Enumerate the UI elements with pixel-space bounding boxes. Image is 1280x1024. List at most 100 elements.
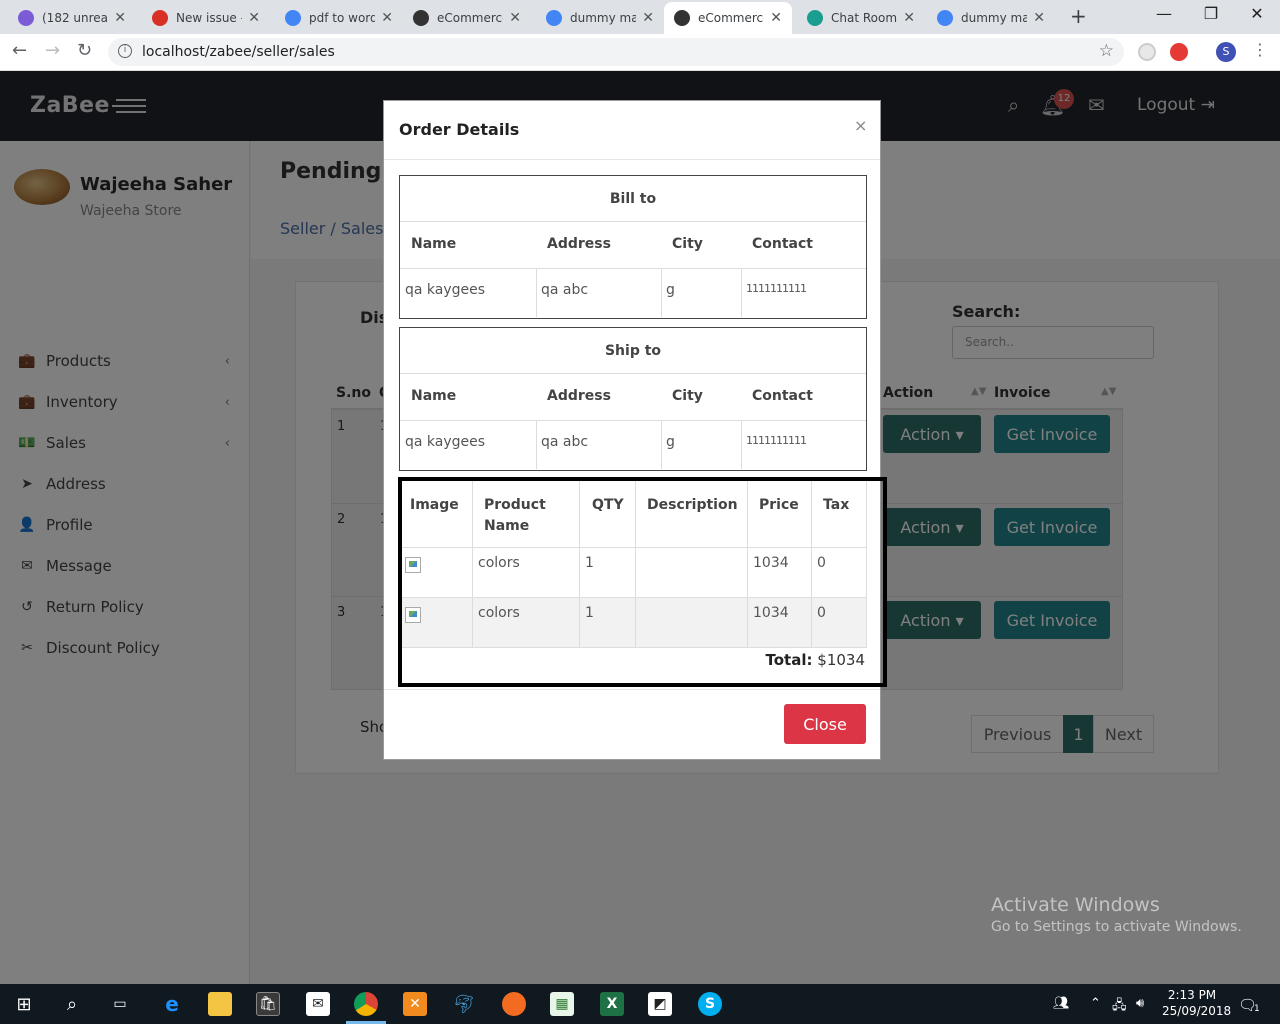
browser-tab[interactable]: pdf to word ✕: [275, 2, 403, 34]
extension-icon[interactable]: [1138, 43, 1156, 61]
url-text[interactable]: localhost/zabee/seller/sales: [142, 44, 335, 60]
products-header-image: Image: [410, 497, 459, 513]
products-header-tax: Tax: [823, 497, 850, 513]
products-header-name: Product Name: [484, 497, 546, 534]
browser-tab[interactable]: Chat Room | ✕: [797, 2, 925, 34]
order-total: Total: $1034: [766, 651, 865, 669]
order-details-modal: Order Details × Bill to Name Address Cit…: [383, 100, 887, 760]
total-value: $1034: [817, 651, 865, 669]
products-table: Image Product Name QTY Description Price…: [402, 481, 867, 651]
total-label: Total:: [765, 651, 813, 669]
postman-icon[interactable]: [502, 992, 526, 1016]
close-tab-icon[interactable]: ✕: [509, 10, 521, 26]
bd-icon: [413, 10, 429, 26]
chat-icon: [807, 10, 823, 26]
browser-tab[interactable]: dummy mas ✕: [927, 2, 1055, 34]
browser-tab[interactable]: eCommerce ✕: [664, 2, 792, 34]
product-name: colors: [478, 555, 520, 571]
sticky-notes-icon[interactable]: ◩: [648, 992, 672, 1016]
ship-to-contact: 1111111111: [746, 434, 807, 447]
close-tab-icon[interactable]: ✕: [381, 10, 393, 26]
profile-avatar[interactable]: S: [1216, 42, 1236, 62]
ship-to-header-contact: Contact: [752, 388, 813, 404]
extension-icon[interactable]: [1170, 43, 1188, 61]
restore-button[interactable]: ❐: [1188, 4, 1234, 23]
ship-to-city: g: [666, 434, 675, 450]
bill-to-header-name: Name: [411, 236, 457, 252]
tab-title: dummy mas: [961, 11, 1028, 25]
close-button[interactable]: Close: [784, 704, 866, 744]
address-bar[interactable]: i localhost/zabee/seller/sales ☆: [108, 38, 1124, 66]
mail-icon[interactable]: ✉: [306, 992, 330, 1016]
product-image: [405, 557, 421, 573]
chevron-up-icon[interactable]: ⌃: [1090, 996, 1101, 1011]
tab-title: New issue -: [176, 11, 243, 25]
info-icon[interactable]: i: [118, 44, 132, 58]
tab-title: eCommerce: [698, 11, 765, 25]
bill-to-contact: 1111111111: [746, 282, 807, 295]
product-tax: 0: [817, 605, 826, 621]
product-name: colors: [478, 605, 520, 621]
file-explorer-icon[interactable]: [208, 992, 232, 1016]
close-tab-icon[interactable]: ✕: [1033, 10, 1045, 26]
forward-arrow-icon[interactable]: →: [45, 40, 60, 61]
ship-to-header-city: City: [672, 388, 703, 404]
windows-start-icon[interactable]: ⊞: [12, 992, 36, 1016]
browser-tab[interactable]: (182 unread) ✕: [8, 2, 136, 34]
mail-icon: [18, 10, 34, 26]
product-price: 1034: [753, 605, 789, 621]
bookmark-star-icon[interactable]: ☆: [1099, 41, 1114, 61]
excel-icon[interactable]: X: [600, 992, 624, 1016]
skype-icon[interactable]: S: [698, 992, 722, 1016]
close-tab-icon[interactable]: ✕: [903, 10, 915, 26]
browser-tab[interactable]: New issue - ✕: [142, 2, 270, 34]
products-header-description: Description: [647, 497, 738, 513]
close-tab-icon[interactable]: ✕: [642, 10, 654, 26]
chrome-icon[interactable]: [354, 992, 378, 1016]
xampp-icon[interactable]: ✕: [403, 992, 427, 1016]
product-image: [405, 607, 421, 623]
browser-tab[interactable]: dummy mas ✕: [536, 2, 664, 34]
product-qty: 1: [585, 605, 594, 621]
ship-to-header-name: Name: [411, 388, 457, 404]
products-table-highlight: Image Product Name QTY Description Price…: [398, 477, 887, 687]
new-tab-button[interactable]: +: [1070, 4, 1087, 28]
close-tab-icon[interactable]: ✕: [114, 10, 126, 26]
modal-title: Order Details: [399, 120, 520, 139]
edge-icon[interactable]: e: [160, 992, 184, 1016]
close-window-button[interactable]: ✕: [1234, 4, 1280, 23]
search-icon[interactable]: ⌕: [60, 992, 84, 1016]
product-tax: 0: [817, 555, 826, 571]
minimize-button[interactable]: —: [1141, 4, 1187, 23]
reload-icon[interactable]: ↻: [77, 40, 92, 61]
product-price: 1034: [753, 555, 789, 571]
bill-to-table: Bill to Name Address City Contact qa kay…: [399, 175, 867, 319]
store-icon[interactable]: 🛍︎: [256, 992, 280, 1016]
system-clock[interactable]: 2:13 PM 25/09/2018: [1162, 987, 1232, 1019]
bill-to-header-address: Address: [547, 236, 611, 252]
volume-icon[interactable]: 🔊︎: [1136, 996, 1144, 1011]
back-arrow-icon[interactable]: ←: [12, 40, 27, 61]
people-icon[interactable]: 👥︎: [1053, 996, 1070, 1011]
close-tab-icon[interactable]: ✕: [770, 10, 782, 26]
menu-kebab-icon[interactable]: ⋮: [1252, 40, 1268, 59]
bill-to-header-contact: Contact: [752, 236, 813, 252]
spreadsheet-icon[interactable]: ▦: [550, 992, 574, 1016]
task-view-icon[interactable]: ▭: [108, 992, 132, 1016]
google-icon: [285, 10, 301, 26]
close-icon[interactable]: ×: [854, 116, 867, 135]
bill-to-header-city: City: [672, 236, 703, 252]
tab-title: eCommerce: [437, 11, 504, 25]
browser-tab-strip: (182 unread)✕New issue -✕pdf to word✕eCo…: [0, 0, 1280, 34]
network-icon[interactable]: 🖧: [1112, 996, 1127, 1018]
browser-tab[interactable]: eCommerce ✕: [403, 2, 531, 34]
products-header-price: Price: [759, 497, 799, 513]
clock-date: 25/09/2018: [1162, 1004, 1232, 1018]
close-tab-icon[interactable]: ✕: [248, 10, 260, 26]
bd-icon: [674, 10, 690, 26]
ship-to-header-address: Address: [547, 388, 611, 404]
windows-taskbar: ⊞ ⌕ ▭ e 🛍︎ ✉ ✕ 🐬︎ ▦ X ◩ S 👥︎ ⌃ 🖧 🔊︎ 2:13…: [0, 984, 1280, 1024]
mysql-icon[interactable]: 🐬︎: [452, 992, 476, 1016]
browser-toolbar: ← → ↻ i localhost/zabee/seller/sales ☆ S…: [0, 34, 1280, 71]
gauge-icon: [152, 10, 168, 26]
